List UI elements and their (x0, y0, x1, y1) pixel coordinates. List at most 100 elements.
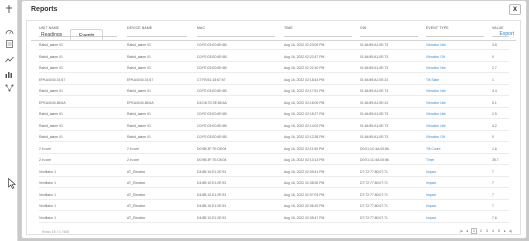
trend-line-icon[interactable] (4, 55, 14, 63)
menu-icon[interactable] (4, 5, 14, 13)
cell-mac: C0:FE:03:E0:6E:6B (197, 123, 227, 128)
cell-time: Aug 16, 2022 02:08:26 PM (284, 181, 325, 185)
cell-value: 7.6 (492, 215, 497, 220)
cell-value: 0 (492, 135, 494, 139)
page-button[interactable]: 2 (479, 229, 483, 233)
cell-event-type: Vibration Off (426, 54, 445, 59)
cell-unit-name: Rabid_alarm 01 (39, 54, 63, 59)
dashboard-gauge-icon[interactable] (4, 27, 14, 35)
cell-mac: D4:8B:10:E1:2E:93 (197, 204, 227, 208)
cell-device-name: AT_Elevator (127, 204, 146, 208)
table-row[interactable]: Rabid_alarm 01 Rabid_alarm 01 C0:FE:03:E0:… (39, 41, 509, 50)
cell-mac: C0:FE:03:E0:6E:6B (197, 54, 227, 59)
table-row[interactable]: Ventilator 1 AT_Elevator D4:8B:10:E1:2E:93… (39, 168, 509, 177)
column-header-value[interactable]: VALUE (492, 26, 504, 30)
cell-value: 3.4 (492, 89, 497, 93)
cell-time: Aug 16, 2022 02:16:09 PM (284, 100, 325, 105)
bar-chart-icon[interactable] (4, 70, 14, 78)
cell-unit-name: 2 in one (39, 158, 52, 162)
cell-time: Aug 16, 2022 02:14:02 PM (284, 123, 325, 128)
cell-value: 35.7 (492, 158, 499, 162)
table-row[interactable]: Ventilator 1 AT_Elevator D4:8B:10:E1:2E:93… (39, 191, 509, 200)
cell-unit-name: 2 in one (39, 146, 52, 151)
cell-time: Aug 16, 2022 02:11:55 PM (284, 146, 325, 151)
rows-per-page[interactable]: Rows 15 / 2 / 500 (42, 230, 69, 234)
table-row[interactable]: Ventilator 1 AT_Elevator D4:8B:10:E1:2E:93… (39, 202, 509, 211)
table-row[interactable]: Rabid_alarm 01 Rabid_alarm 01 C0:FE:03:E0:… (39, 110, 509, 119)
page-button[interactable]: 5 (497, 229, 501, 233)
table-row[interactable]: Ventilator 1 AT_Elevator D4:8B:10:E1:2E:93… (39, 214, 509, 223)
filter-input-value[interactable] (492, 33, 509, 37)
filter-input-mac[interactable] (197, 33, 275, 37)
column-header-event-type[interactable]: EVENT TYPE (426, 26, 449, 30)
first-page-icon[interactable]: |◂ (459, 229, 463, 233)
next-page-icon[interactable]: ▸ (503, 229, 507, 233)
table-row[interactable]: 2 in one 2 in one D0:9B:3F:7E:D8:04 Aug 16,… (39, 145, 509, 154)
column-header-unit-name[interactable]: UNIT NAME (39, 26, 59, 30)
cell-mac: D0:9B:3F:7E:D8:04 (197, 146, 227, 151)
cell-gw: D7:72:77:80:07:71 (360, 181, 388, 185)
column-header-mac[interactable]: MAC (197, 26, 205, 30)
table-row[interactable]: Rabid_alarm 01 Rabid_alarm 01 C0:FE:03:E0:… (39, 122, 509, 131)
cell-gw: D7:72:77:80:07:71 (360, 169, 388, 174)
prev-page-icon[interactable]: ◂ (465, 229, 469, 233)
column-header-device-name[interactable]: DEVICE NAME (127, 26, 152, 30)
cell-time: Aug 16, 2022 02:22:47 PM (284, 54, 325, 59)
cell-unit-name: EPKA4040-86:6A (39, 100, 66, 105)
cell-gw: 01:64:89:A1:0E:73 (360, 112, 389, 116)
cell-device-name: Rabid_alarm 01 (127, 112, 151, 116)
cell-mac: D4:D6:7D:0E:86:6A (197, 100, 227, 105)
page-button[interactable]: 4 (491, 229, 495, 233)
cell-value: 2.9 (492, 112, 497, 116)
table-row[interactable]: Rabid_alarm 01 Rabid_alarm 01 C0:FE:03:E0:… (39, 133, 509, 142)
table-row[interactable]: Ventilator 1 AT_Elevator D4:8B:10:E1:2E:93… (39, 179, 509, 188)
cell-event-type: Tilt State (426, 77, 440, 82)
cell-device-name: Rabid_alarm 01 (127, 123, 151, 128)
filter-input-unit-name[interactable] (39, 33, 117, 37)
filter-row (39, 33, 509, 38)
cell-value: 2.7 (492, 66, 497, 70)
cell-gw: 01:64:89:A1:0E:73 (360, 135, 389, 139)
network-icon[interactable] (4, 84, 14, 92)
cell-unit-name: Rabid_alarm 01 (39, 66, 63, 70)
cell-event-type: Impact (426, 204, 437, 208)
cell-time: Aug 16, 2022 02:09:41 PM (284, 169, 325, 174)
cell-event-type: Vibration Idle (426, 112, 446, 116)
column-header-gw[interactable]: GW (360, 26, 366, 30)
cell-value: 7 (492, 192, 494, 197)
table-row[interactable]: Rabid_alarm 01 Rabid_alarm 01 C0:FE:03:E0:… (39, 53, 509, 62)
cell-event-type: Impact (426, 181, 437, 185)
cell-device-name: Rabid_alarm 01 (127, 66, 151, 70)
close-button[interactable]: X (509, 4, 521, 15)
cell-time: Aug 16, 2022 02:17:51 PM (284, 89, 325, 93)
column-header-time[interactable]: TIME (284, 26, 293, 30)
filter-input-device-name[interactable] (127, 33, 187, 37)
table-row[interactable]: EPKA4040-01:67 EPKA4040-01:67 C7:FB:51:18:… (39, 76, 509, 85)
cell-value: 0 (492, 54, 494, 59)
page-button[interactable]: 1 (471, 228, 477, 234)
cell-gw: D7:72:77:80:07:71 (360, 215, 388, 220)
cell-value: 1.6 (492, 146, 497, 151)
cell-device-name: Rabid_alarm 01 (127, 54, 151, 59)
pagination: |◂ ◂ 1 2 3 4 5 ▸ ▸| (459, 228, 513, 234)
table-row[interactable]: 2 in one 2 in one D0:9B:3F:7E:D8:04 Aug 16,… (39, 156, 509, 165)
cell-mac: C0:FE:03:E0:6E:6B (197, 135, 227, 139)
filter-input-event-type[interactable] (426, 33, 484, 37)
table-row[interactable]: Rabid_alarm 01 Rabid_alarm 01 C0:FE:03:E0:… (39, 64, 509, 73)
cell-gw: 01:64:89:A1:0E:73 (360, 89, 389, 93)
table-row[interactable]: EPKA4040-86:6A EPKA4040-86:6A D4:D6:7D:0E:… (39, 99, 509, 108)
page-button[interactable]: 3 (485, 229, 489, 233)
filter-input-gw[interactable] (360, 33, 418, 37)
cell-unit-name: Rabid_alarm 01 (39, 89, 63, 93)
cell-mac: C0:FE:03:E0:6E:6B (197, 43, 227, 47)
cell-time: Aug 16, 2022 02:07:03 PM (284, 192, 325, 197)
cell-unit-name: Rabid_alarm 01 (39, 112, 63, 116)
reports-dialog: Reports X Readings Events Export UNIT NA… (21, 0, 527, 239)
last-page-icon[interactable]: ▸| (509, 229, 513, 233)
filter-input-time[interactable] (284, 33, 352, 37)
document-icon[interactable] (4, 40, 14, 48)
cell-device-name: AT_Elevator (127, 169, 146, 174)
cell-mac: C0:FE:03:E0:6E:6B (197, 66, 227, 70)
cell-mac: C0:FE:03:E0:6E:6B (197, 89, 227, 93)
table-row[interactable]: Rabid_alarm 01 Rabid_alarm 01 C0:FE:03:E0:… (39, 87, 509, 96)
